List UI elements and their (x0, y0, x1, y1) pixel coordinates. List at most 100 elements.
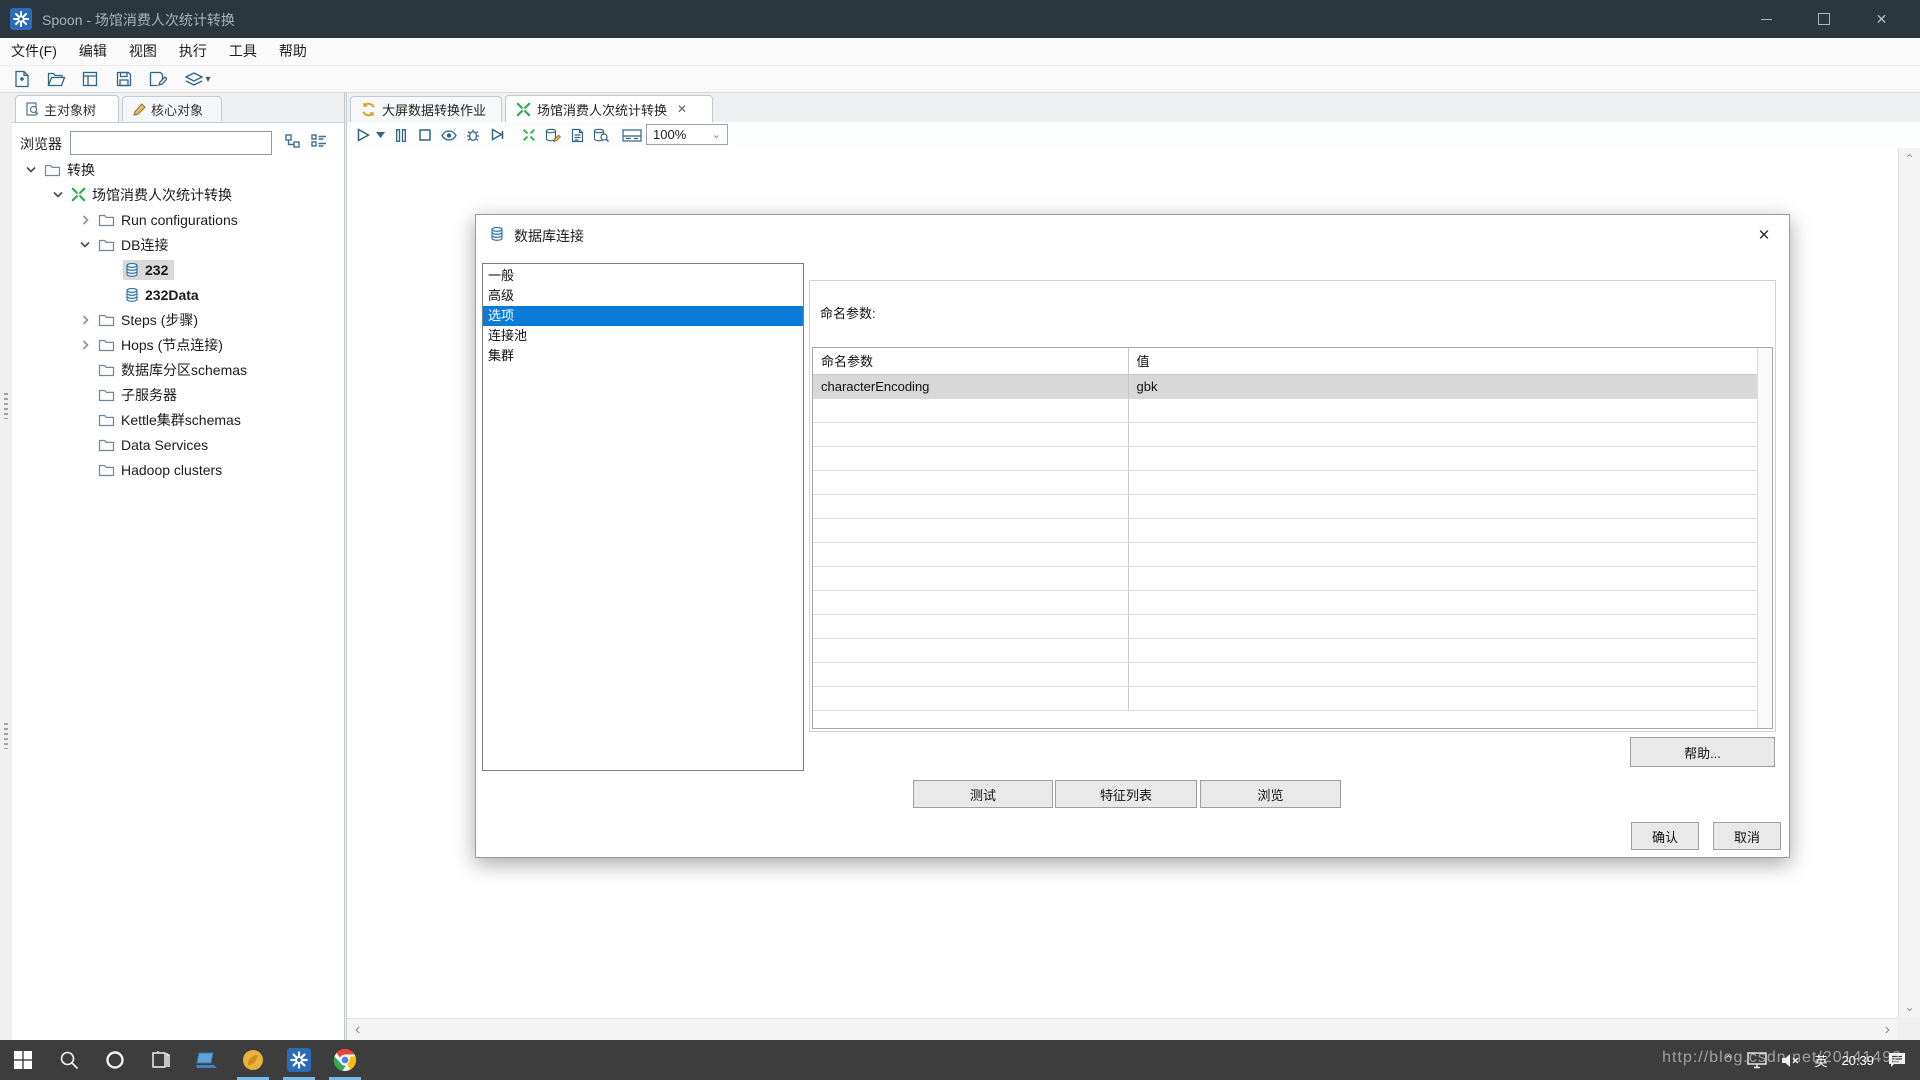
empty-cell[interactable] (813, 422, 1128, 446)
replay-icon[interactable] (487, 125, 507, 145)
pause-icon[interactable] (391, 125, 411, 145)
empty-cell[interactable] (813, 662, 1128, 686)
explore-database-icon[interactable] (591, 125, 611, 145)
scroll-down-icon[interactable]: ⌄ (1904, 1000, 1914, 1014)
tree-item[interactable]: DB连接 (12, 232, 344, 257)
table-empty-row[interactable] (813, 398, 1758, 422)
speaker-muted-icon[interactable] (1781, 1053, 1800, 1068)
tree-item[interactable]: 数据库分区schemas (12, 357, 344, 382)
preview-icon[interactable] (439, 125, 459, 145)
tree-item[interactable]: Steps (步骤) (12, 307, 344, 332)
horizontal-scrollbar[interactable]: ‹ › (347, 1018, 1898, 1040)
empty-cell[interactable] (813, 398, 1128, 422)
tab-job[interactable]: 大屏数据转换作业 (350, 96, 502, 122)
tree-item[interactable]: 转换 (12, 157, 344, 182)
save-icon[interactable] (112, 68, 136, 90)
table-empty-row[interactable] (813, 662, 1758, 686)
tab-transformation[interactable]: 场馆消费人次统计转换 ✕ (505, 95, 713, 122)
empty-cell[interactable] (813, 542, 1128, 566)
table-empty-row[interactable] (813, 614, 1758, 638)
chevron-right-icon[interactable] (74, 315, 96, 325)
tree-search-input[interactable] (70, 131, 272, 155)
dialog-nav-item[interactable]: 一般 (483, 266, 803, 286)
empty-cell[interactable] (1128, 494, 1758, 518)
cancel-button[interactable]: 取消 (1713, 822, 1781, 850)
table-empty-row[interactable] (813, 566, 1758, 590)
dialog-nav-item[interactable]: 集群 (483, 346, 803, 366)
cortana-icon[interactable] (92, 1040, 138, 1080)
search-icon[interactable] (46, 1040, 92, 1080)
dialog-close-icon[interactable]: ✕ (1753, 224, 1775, 246)
left-sash[interactable] (0, 93, 12, 1040)
empty-cell[interactable] (1128, 470, 1758, 494)
list-view-icon[interactable] (310, 133, 328, 149)
run-icon[interactable] (353, 125, 373, 145)
empty-cell[interactable] (1128, 518, 1758, 542)
column-header-value[interactable]: 值 (1128, 348, 1758, 374)
zoom-select[interactable]: 100% ⌄ (646, 124, 728, 145)
sash-grip[interactable] (4, 723, 8, 749)
tray-chevron-up-icon[interactable]: ⌃ (1723, 1053, 1733, 1067)
stop-icon[interactable] (415, 125, 435, 145)
language-indicator[interactable]: 英 (1814, 1051, 1827, 1070)
dialog-nav-item[interactable]: 高级 (483, 286, 803, 306)
menu-item[interactable]: 文件(F) (0, 38, 68, 65)
menu-item[interactable]: 执行 (168, 38, 218, 65)
chevron-right-icon[interactable] (74, 340, 96, 350)
tab-close-icon[interactable]: ✕ (677, 102, 687, 116)
tree-item[interactable]: 场馆消费人次统计转换 (12, 182, 344, 207)
help-button[interactable]: 帮助... (1630, 737, 1775, 767)
table-empty-row[interactable] (813, 470, 1758, 494)
dialog-nav-item[interactable]: 选项 (483, 306, 803, 326)
table-row[interactable]: characterEncoding gbk (813, 374, 1758, 398)
tab-core-objects[interactable]: 核心对象 (122, 96, 222, 121)
tree-item[interactable]: 232 (12, 257, 344, 282)
tab-main-object-tree[interactable]: 主对象树 (15, 95, 119, 122)
empty-cell[interactable] (1128, 614, 1758, 638)
close-button[interactable]: ✕ (1853, 0, 1910, 38)
table-scrollbar[interactable] (1757, 348, 1772, 728)
menu-item[interactable]: 编辑 (68, 38, 118, 65)
empty-cell[interactable] (813, 446, 1128, 470)
empty-cell[interactable] (813, 638, 1128, 662)
menu-item[interactable]: 帮助 (268, 38, 318, 65)
table-empty-row[interactable] (813, 542, 1758, 566)
tree-item[interactable]: Run configurations (12, 207, 344, 232)
tree-item[interactable]: 子服务器 (12, 382, 344, 407)
chevron-right-icon[interactable] (74, 215, 96, 225)
ok-button[interactable]: 确认 (1631, 822, 1699, 850)
table-empty-row[interactable] (813, 590, 1758, 614)
table-empty-row[interactable] (813, 446, 1758, 470)
task-view-icon[interactable] (138, 1040, 184, 1080)
vertical-scrollbar[interactable]: ⌃ ⌄ (1898, 148, 1920, 1018)
maximize-button[interactable] (1795, 0, 1852, 38)
get-sql-icon[interactable] (567, 125, 587, 145)
tree-item[interactable]: Kettle集群schemas (12, 407, 344, 432)
dialog-nav-item[interactable]: 连接池 (483, 326, 803, 346)
tree-item[interactable]: Hadoop clusters (12, 457, 344, 482)
minimize-button[interactable] (1738, 0, 1795, 38)
empty-cell[interactable] (813, 518, 1128, 542)
save-as-icon[interactable] (146, 68, 170, 90)
menu-item[interactable]: 工具 (218, 38, 268, 65)
table-empty-row[interactable] (813, 422, 1758, 446)
table-empty-row[interactable] (813, 638, 1758, 662)
navicat-icon[interactable] (230, 1040, 276, 1080)
parameter-value-cell[interactable]: gbk (1128, 374, 1758, 398)
tree-item[interactable]: Hops (节点连接) (12, 332, 344, 357)
scroll-right-icon[interactable]: › (1885, 1021, 1890, 1039)
column-header-parameter[interactable]: 命名参数 (813, 348, 1128, 374)
spoon-taskbar-icon[interactable] (276, 1040, 322, 1080)
scroll-up-icon[interactable]: ⌃ (1904, 152, 1914, 166)
explorer-laptop-icon[interactable] (184, 1040, 230, 1080)
debug-icon[interactable] (463, 125, 483, 145)
feature-list-button[interactable]: 特征列表 (1055, 780, 1197, 808)
start-button[interactable] (0, 1040, 46, 1080)
chevron-down-icon[interactable] (20, 166, 42, 173)
test-button[interactable]: 测试 (913, 780, 1053, 808)
empty-cell[interactable] (1128, 662, 1758, 686)
chevron-down-icon[interactable] (74, 241, 96, 248)
empty-cell[interactable] (813, 590, 1128, 614)
empty-cell[interactable] (1128, 542, 1758, 566)
show-results-icon[interactable] (619, 125, 645, 145)
